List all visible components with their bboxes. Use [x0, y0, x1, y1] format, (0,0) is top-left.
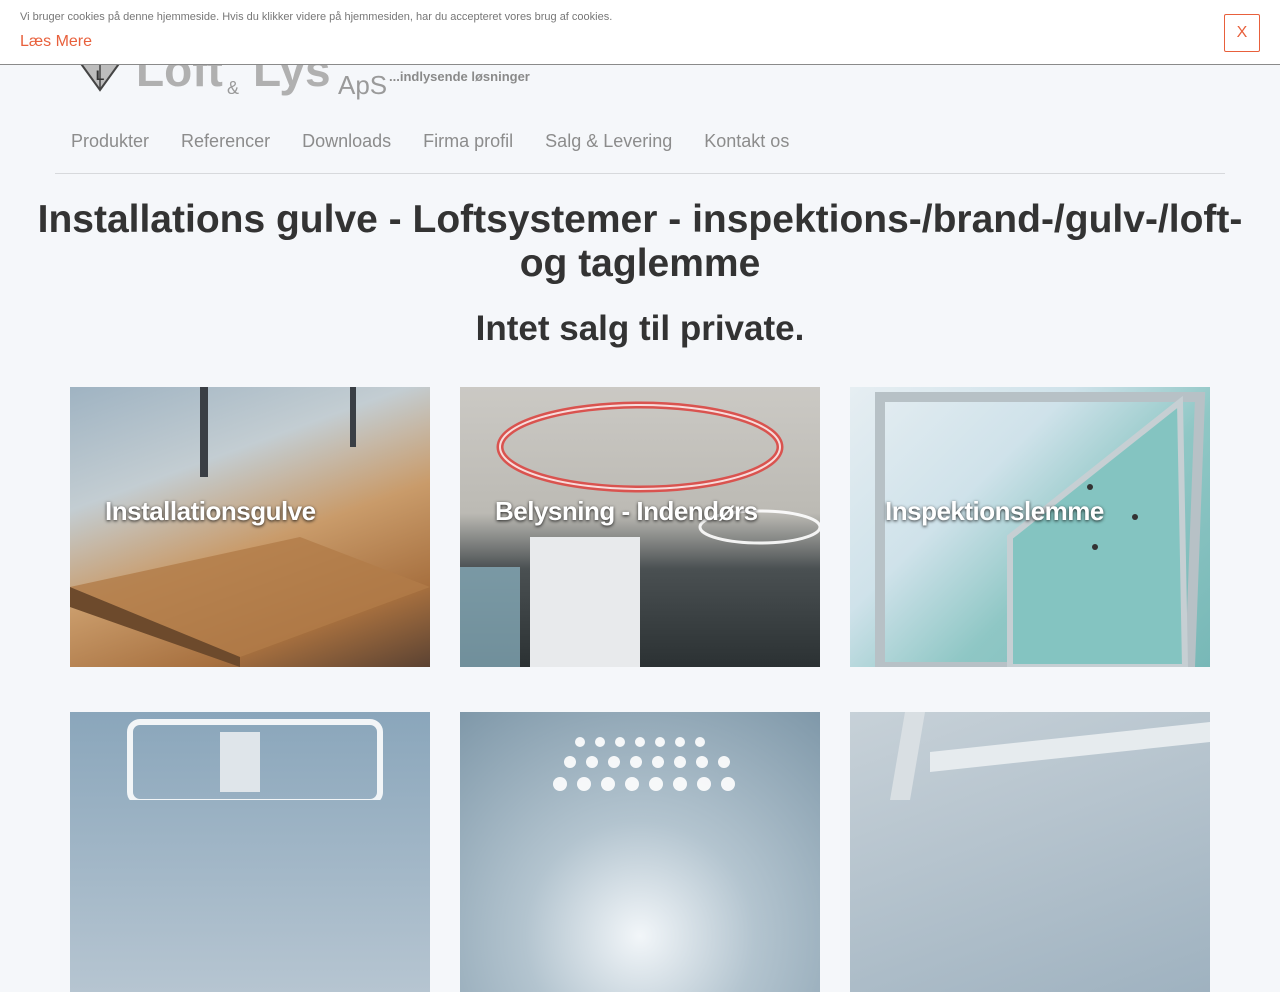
cookie-read-more-link[interactable]: Læs Mere: [20, 33, 92, 51]
nav-item-kontakt-os[interactable]: Kontakt os: [688, 122, 805, 161]
product-tile-6[interactable]: [850, 712, 1210, 992]
product-tile-4[interactable]: [70, 712, 430, 992]
page-subtitle: Intet salg til private.: [475, 309, 805, 348]
tile-label: Inspektionslemme: [885, 496, 1104, 526]
logo-tagline: ...indlysende løsninger: [389, 69, 530, 84]
cookie-close-button[interactable]: X: [1224, 14, 1260, 52]
nav-item-salg-levering[interactable]: Salg & Levering: [529, 122, 688, 161]
tile-image-panel: [127, 719, 383, 800]
product-tile-5[interactable]: [460, 712, 820, 992]
tile-image-led-panel: [553, 737, 735, 791]
nav-item-referencer[interactable]: Referencer: [165, 122, 286, 161]
main-nav: Produkter Referencer Downloads Firma pro…: [55, 122, 1225, 174]
logo-aps: ApS: [338, 70, 388, 100]
tile-image-floor: [70, 387, 430, 667]
nav-item-firma-profil[interactable]: Firma profil: [407, 122, 529, 161]
tile-image-ceiling-rail: [890, 712, 1210, 800]
tile-image-hatch: [875, 392, 1206, 667]
nav-item-downloads[interactable]: Downloads: [286, 122, 407, 161]
tile-label: Belysning - Indendørs: [495, 496, 758, 526]
tile-label: Installationsgulve: [105, 496, 316, 526]
product-tile-inspektionslemme[interactable]: Inspektionslemme: [850, 387, 1210, 667]
tile-image-lighting: [460, 401, 820, 667]
cookie-message: Vi bruger cookies på denne hjemmeside. H…: [20, 11, 613, 23]
page-title: Installations gulve - Loftsystemer - ins…: [37, 198, 1243, 285]
product-tile-belysning-indendors[interactable]: Belysning - Indendørs: [460, 387, 820, 667]
logo-ampersand: &: [227, 78, 240, 98]
cookie-banner: Vi bruger cookies på denne hjemmeside. H…: [0, 0, 1280, 65]
svg-text:L: L: [96, 67, 105, 83]
product-tile-installationsgulve[interactable]: Installationsgulve: [70, 387, 430, 667]
nav-item-produkter[interactable]: Produkter: [55, 122, 165, 161]
